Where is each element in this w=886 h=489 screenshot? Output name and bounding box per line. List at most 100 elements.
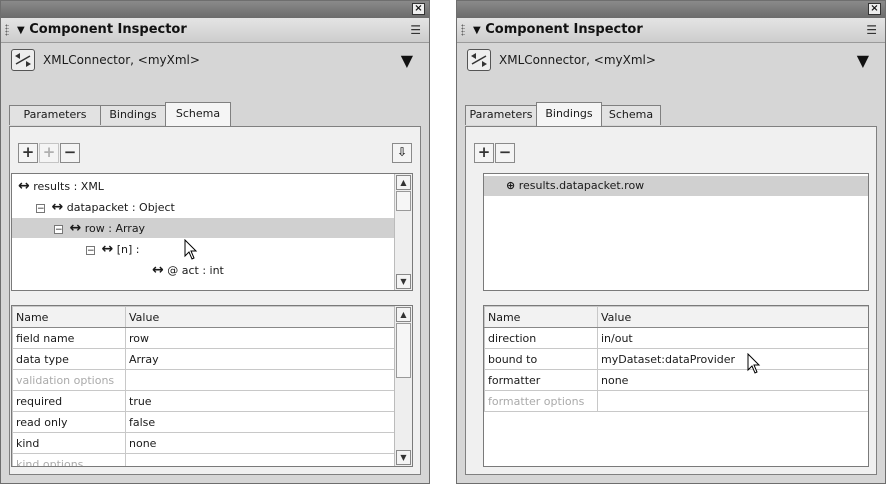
property-name: read only	[12, 411, 126, 433]
column-header: Value	[597, 306, 868, 328]
collapse-triangle-icon[interactable]: ▼	[17, 25, 25, 36]
table-row[interactable]: formatter none	[484, 369, 868, 391]
remove-icon[interactable]: −	[60, 143, 80, 163]
grid-scrollbar[interactable]: ▲ ▼	[394, 306, 412, 466]
xml-connector-icon	[467, 49, 491, 71]
component-name: XMLConnector, <myXml>	[43, 53, 200, 67]
table-row[interactable]: formatter options	[484, 390, 868, 412]
collapse-icon[interactable]: −	[86, 245, 95, 255]
property-value[interactable]	[125, 453, 395, 466]
list-item-binding[interactable]: ⊕ results.datapacket.row	[484, 176, 868, 196]
tree-node-selected[interactable]: − ↔ row : Array	[12, 218, 395, 238]
mouse-pointer-icon	[184, 239, 198, 260]
panel-title: ▼ Component Inspector	[17, 22, 187, 37]
panel-menu-icon[interactable]: ☰	[866, 23, 877, 37]
scroll-thumb[interactable]	[396, 323, 411, 378]
property-name: kind options	[12, 453, 126, 466]
collapse-triangle-icon[interactable]: ▼	[473, 25, 481, 36]
panel-titlebar: ×	[1, 1, 429, 18]
component-inspector-panel-schema: × ▼ Component Inspector ☰ XMLConnector, …	[0, 0, 430, 484]
property-name: direction	[484, 327, 598, 349]
grip-icon[interactable]	[5, 24, 9, 36]
table-row[interactable]: required true	[12, 390, 395, 412]
tree-node[interactable]: ↔ @ act : int	[152, 260, 395, 280]
collapse-icon[interactable]: −	[36, 203, 45, 213]
column-header: Value	[125, 306, 395, 328]
tree-node[interactable]: − ↔ datapacket : Object	[36, 197, 395, 217]
property-value[interactable]	[597, 390, 868, 412]
property-value[interactable]: false	[125, 411, 395, 433]
remove-binding-icon[interactable]: −	[495, 143, 515, 163]
property-name: field name	[12, 327, 126, 349]
scroll-down-icon[interactable]: ▼	[396, 274, 411, 289]
binding-icon: ⊕	[506, 179, 516, 192]
panel-menu-icon[interactable]: ☰	[410, 23, 421, 37]
grip-icon[interactable]	[461, 24, 465, 36]
tab-bindings[interactable]: Bindings	[100, 105, 166, 125]
property-value[interactable]	[125, 369, 395, 391]
property-name: required	[12, 390, 126, 412]
table-row[interactable]: field name row	[12, 327, 395, 349]
field-arrow-icon: ↔	[18, 178, 30, 194]
field-arrow-icon: ↔	[69, 220, 82, 236]
column-header: Name	[484, 306, 598, 328]
field-arrow-icon: ↔	[152, 262, 164, 278]
tree-node[interactable]: ↔ results : XML	[18, 176, 395, 196]
add-binding-icon[interactable]: +	[474, 143, 494, 163]
property-value[interactable]: true	[125, 390, 395, 412]
add-icon[interactable]: +	[18, 143, 38, 163]
add-child-icon[interactable]: +	[39, 143, 59, 163]
bindings-list[interactable]: ⊕ results.datapacket.row	[483, 173, 869, 291]
scroll-down-icon[interactable]: ▼	[396, 450, 411, 465]
panel-title: ▼ Component Inspector	[473, 22, 643, 37]
property-name: formatter	[484, 369, 598, 391]
chevron-down-icon[interactable]: ▼	[857, 51, 869, 70]
tab-parameters[interactable]: Parameters	[9, 105, 101, 125]
column-header: Name	[12, 306, 126, 328]
tab-schema[interactable]: Schema	[165, 102, 231, 126]
tree-node[interactable]: − ↔ [n] :	[86, 239, 395, 259]
property-value[interactable]: row	[125, 327, 395, 349]
field-arrow-icon: ↔	[51, 199, 64, 215]
property-value[interactable]: none	[125, 432, 395, 454]
table-row[interactable]: read only false	[12, 411, 395, 433]
table-row[interactable]: validation options	[12, 369, 395, 391]
table-row[interactable]: bound to myDataset:dataProvider	[484, 348, 868, 370]
close-icon[interactable]: ×	[868, 3, 881, 15]
component-selector[interactable]: XMLConnector, <myXml> ▼	[467, 49, 875, 75]
tab-parameters[interactable]: Parameters	[465, 105, 537, 125]
panel-header[interactable]: ▼ Component Inspector ☰	[1, 18, 429, 43]
import-schema-icon[interactable]: ⇩	[392, 143, 412, 163]
tree-scrollbar[interactable]: ▲ ▼	[394, 174, 412, 290]
table-row[interactable]: kind none	[12, 432, 395, 454]
component-selector[interactable]: XMLConnector, <myXml> ▼	[11, 49, 419, 75]
property-name: bound to	[484, 348, 598, 370]
property-value[interactable]: none	[597, 369, 868, 391]
property-name: data type	[12, 348, 126, 370]
grid-header-row: Name Value	[12, 306, 395, 328]
property-name: formatter options	[484, 390, 598, 412]
property-name: kind	[12, 432, 126, 454]
table-row[interactable]: kind options	[12, 453, 395, 466]
grid-header-row: Name Value	[484, 306, 868, 328]
panel-header[interactable]: ▼ Component Inspector ☰	[457, 18, 885, 43]
scroll-up-icon[interactable]: ▲	[396, 307, 411, 322]
property-value[interactable]: Array	[125, 348, 395, 370]
tab-bindings[interactable]: Bindings	[536, 102, 602, 126]
close-icon[interactable]: ×	[412, 3, 425, 15]
scroll-thumb[interactable]	[396, 191, 411, 211]
property-grid: Name Value field name row data type Arra…	[11, 305, 413, 467]
component-name: XMLConnector, <myXml>	[499, 53, 656, 67]
property-value[interactable]: myDataset:dataProvider	[597, 348, 868, 370]
scroll-up-icon[interactable]: ▲	[396, 175, 411, 190]
collapse-icon[interactable]: −	[54, 224, 63, 234]
xml-connector-icon	[11, 49, 35, 71]
mouse-pointer-icon	[747, 353, 761, 374]
table-row[interactable]: data type Array	[12, 348, 395, 370]
table-row[interactable]: direction in/out	[484, 327, 868, 349]
property-value[interactable]: in/out	[597, 327, 868, 349]
schema-tree[interactable]: ↔ results : XML − ↔ datapacket : Object …	[11, 173, 413, 291]
chevron-down-icon[interactable]: ▼	[401, 51, 413, 70]
tab-schema[interactable]: Schema	[601, 105, 661, 125]
component-inspector-panel-bindings: × ▼ Component Inspector ☰ XMLConnector, …	[456, 0, 886, 484]
